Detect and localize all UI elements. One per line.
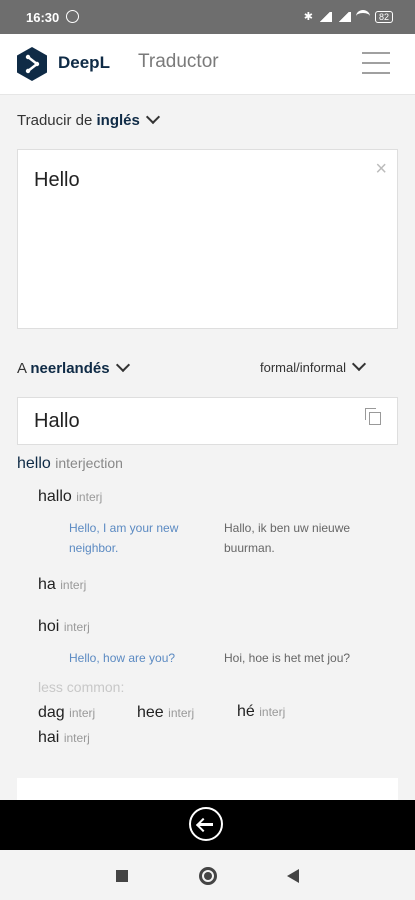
example-target: Hallo, ik ben uw nieuwe buurman. (224, 521, 351, 555)
source-language-selector[interactable]: Traducir de inglés (17, 109, 160, 129)
lc-pos: interj (69, 706, 96, 720)
dictionary-entry[interactable]: hoi interj (38, 618, 90, 636)
bluetooth-icon: ✱ (303, 11, 313, 23)
source-text: Hello (34, 169, 80, 191)
back-triangle-icon[interactable] (287, 869, 299, 883)
less-common-item[interactable]: hee interj (137, 704, 194, 722)
wifi-icon (355, 10, 370, 23)
lc-word[interactable]: hee (137, 704, 164, 721)
status-bar: 16:30 ✱ 82 (0, 0, 415, 34)
formality-selector[interactable]: formal/informal (260, 356, 367, 375)
dictionary-headword: hello interjection (17, 455, 123, 473)
target-language-selector[interactable]: A neerlandés (17, 357, 130, 377)
dictionary-entry[interactable]: hallo interj (38, 488, 102, 506)
lc-pos: interj (63, 731, 90, 745)
battery-level: 82 (378, 11, 389, 22)
headword-text[interactable]: hello (17, 455, 51, 472)
lc-word[interactable]: hé (237, 703, 255, 720)
chevron-down-icon (351, 356, 367, 372)
target-text: Hallo (34, 410, 80, 432)
lc-pos: interj (259, 705, 286, 719)
home-circle-icon[interactable] (199, 867, 217, 885)
example-source: Hello, I am your new neighbor. (69, 521, 179, 555)
lc-pos: interj (168, 706, 195, 720)
alarm-icon (66, 10, 79, 23)
less-common-item[interactable]: hé interj (237, 703, 285, 721)
app-bottom-bar (0, 800, 415, 850)
example-source: Hello, how are you? (69, 651, 176, 665)
entry-word[interactable]: hoi (38, 618, 59, 635)
target-language-prefix: A (17, 360, 27, 377)
target-language-name: neerlandés (30, 360, 110, 377)
source-text-area[interactable]: Hello × (17, 149, 398, 329)
signal-icon (317, 11, 332, 22)
close-icon[interactable]: × (375, 158, 387, 181)
entry-pos: interj (63, 620, 90, 634)
back-arrow-icon[interactable] (189, 807, 223, 841)
chevron-down-icon (145, 109, 160, 125)
target-text-area[interactable]: Hallo (17, 397, 398, 445)
copy-icon[interactable] (365, 408, 381, 425)
headword-pos: interjection (55, 455, 123, 471)
source-language-prefix: Traducir de (17, 112, 93, 129)
lc-word[interactable]: hai (38, 729, 59, 746)
app-header: DeepL Traductor (0, 34, 415, 95)
entry-word[interactable]: hallo (38, 488, 72, 505)
brand-name: DeepL (58, 53, 110, 72)
hamburger-menu-icon[interactable] (362, 52, 390, 76)
status-time: 16:30 (26, 10, 60, 25)
chevron-down-icon (115, 357, 130, 373)
recents-square-icon[interactable] (116, 870, 128, 882)
entry-word[interactable]: ha (38, 576, 56, 593)
deepl-logo-icon[interactable] (16, 46, 48, 82)
example-target: Hoi, hoe is het met jou? (224, 651, 351, 665)
entry-pos: interj (60, 578, 87, 592)
less-common-item[interactable]: hai interj (38, 729, 90, 747)
system-nav-bar (0, 850, 415, 900)
less-common-item[interactable]: dag interj (38, 704, 95, 722)
less-common-label: less common: (38, 679, 125, 695)
status-icons: ✱ 82 (304, 10, 393, 23)
signal-icon-2 (336, 11, 351, 22)
battery-icon: 82 (374, 10, 393, 23)
source-language-name: inglés (96, 112, 140, 129)
dictionary-entry[interactable]: ha interj (38, 576, 86, 594)
entry-pos: interj (76, 490, 103, 504)
formality-label: formal/informal (260, 360, 346, 375)
lc-word[interactable]: dag (38, 704, 65, 721)
header-subtitle: Traductor (138, 51, 219, 72)
